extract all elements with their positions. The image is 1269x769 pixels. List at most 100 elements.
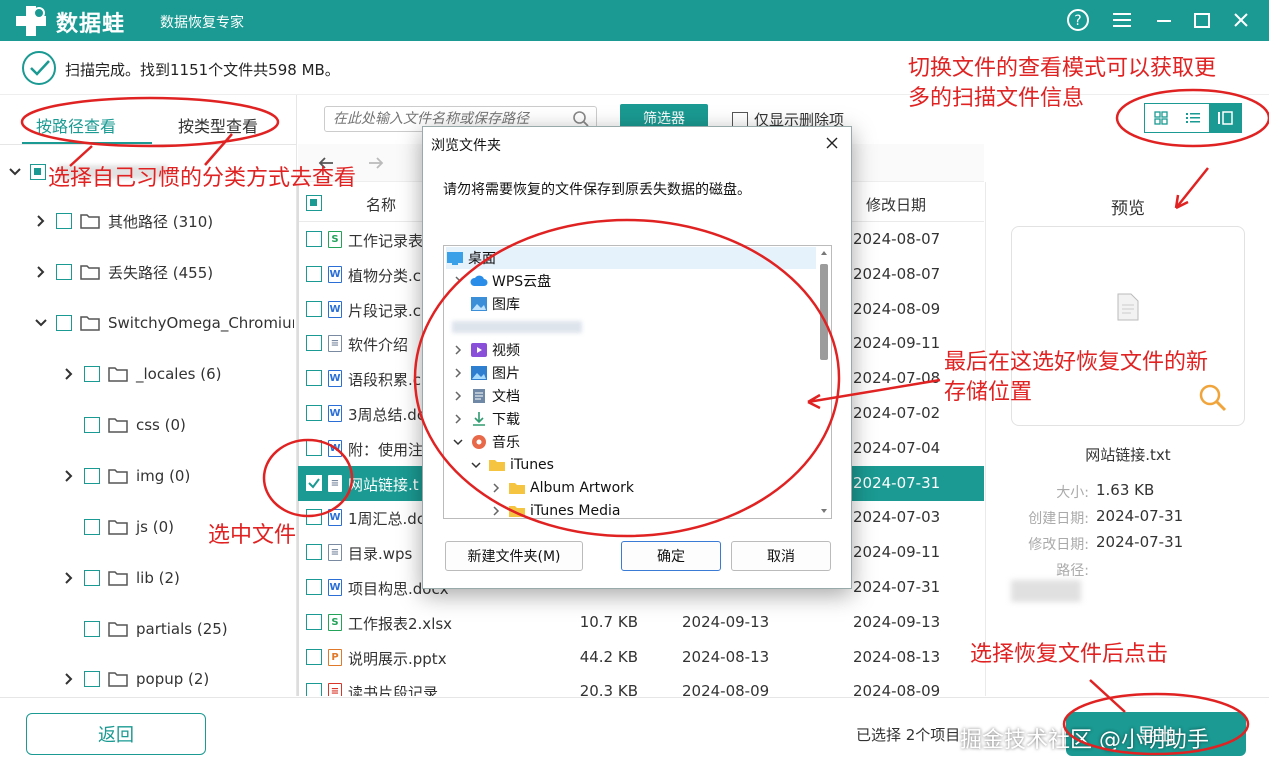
row-checkbox[interactable] — [306, 683, 322, 696]
file-modified-date: 2024-07-08 — [853, 369, 941, 388]
row-checkbox[interactable] — [306, 231, 322, 247]
tree-checkbox[interactable] — [84, 621, 100, 637]
tree-checkbox[interactable] — [84, 671, 100, 687]
folder-item-video[interactable]: 视频 — [452, 339, 520, 361]
tab-by-path[interactable]: 按路径查看 — [36, 113, 116, 137]
tree-item-popup[interactable]: popup (2) — [62, 666, 209, 692]
minimize-icon — [1157, 20, 1171, 22]
row-checkbox[interactable] — [306, 544, 322, 561]
tree-item-partials[interactable]: partials (25) — [62, 616, 228, 642]
tree-item-img[interactable]: img (0) — [62, 463, 190, 489]
docx-file-icon: W — [328, 265, 342, 283]
row-checkbox[interactable] — [306, 509, 322, 526]
row-checkbox[interactable] — [306, 474, 322, 491]
row-checkbox[interactable] — [306, 335, 322, 352]
checkmark-icon — [308, 477, 320, 489]
select-all-checkbox[interactable] — [306, 195, 322, 211]
chevron-right-icon — [65, 673, 73, 685]
new-folder-button[interactable]: 新建文件夹(M) — [445, 541, 583, 571]
folder-item-label: 图片 — [492, 366, 520, 382]
folder-item-label: iTunes Media — [530, 503, 621, 519]
pdf-file-icon: ≡ — [328, 683, 342, 696]
minimize-button[interactable] — [1150, 6, 1178, 34]
ok-button[interactable]: 确定 — [621, 541, 721, 571]
xlsx-file-icon: S — [328, 613, 342, 631]
folder-item-label: Album Artwork — [530, 480, 635, 496]
cancel-button[interactable]: 取消 — [731, 541, 831, 571]
row-checkbox[interactable] — [306, 579, 322, 595]
chevron-right-icon — [65, 572, 73, 584]
help-icon: ? — [1067, 9, 1089, 31]
tree-item-other-paths[interactable]: 其他路径 (310) — [34, 208, 213, 234]
tree-checkbox[interactable] — [84, 417, 100, 433]
menu-button[interactable] — [1108, 6, 1136, 34]
picture-icon — [471, 366, 487, 380]
scroll-down-icon[interactable] — [820, 506, 828, 516]
folder-item-pictures[interactable]: 图片 — [452, 362, 520, 384]
selected-count: 已选择 2个项目 — [856, 726, 961, 744]
tree-checkbox[interactable] — [56, 213, 72, 229]
back-button[interactable]: 返回 — [26, 713, 206, 755]
tree-item-switchyomega[interactable]: SwitchyOmega_Chromium — [34, 310, 294, 336]
folder-icon — [108, 367, 128, 382]
tree-checkbox[interactable] — [56, 264, 72, 280]
close-button[interactable] — [1227, 6, 1255, 34]
tree-item-js[interactable]: js (0) — [62, 514, 174, 540]
row-checkbox[interactable] — [306, 648, 322, 665]
folder-item-music[interactable]: 音乐 — [452, 431, 520, 453]
folder-icon — [80, 265, 100, 280]
tree-item-css[interactable]: css (0) — [62, 412, 186, 438]
close-icon[interactable] — [823, 134, 841, 152]
tab-by-type[interactable]: 按类型查看 — [178, 113, 258, 137]
tree-item-lost-paths[interactable]: 丢失路径 (455) — [34, 259, 213, 285]
maximize-button[interactable] — [1188, 6, 1216, 34]
tree-checkbox[interactable] — [84, 366, 100, 382]
tree-item-label: SwitchyOmega_Chromium — [108, 314, 294, 332]
file-modified-date: 2024-08-09 — [853, 299, 941, 318]
folder-item-album-artwork[interactable]: Album Artwork — [490, 477, 634, 499]
tree-root-checkbox[interactable] — [30, 164, 46, 180]
chevron-right-icon — [65, 470, 73, 482]
row-checkbox[interactable] — [306, 439, 322, 456]
row-checkbox[interactable] — [306, 300, 322, 317]
scroll-up-icon[interactable] — [820, 248, 828, 258]
column-modified[interactable]: 修改日期 — [866, 194, 926, 215]
folder-icon — [108, 672, 128, 687]
folder-item-redacted[interactable] — [452, 316, 582, 338]
tree-checkbox[interactable] — [84, 519, 100, 535]
help-button[interactable]: ? — [1064, 6, 1092, 34]
tree-checkbox[interactable] — [56, 315, 72, 331]
chevron-down-icon — [471, 462, 481, 469]
tree-item-label: 其他路径 (310) — [108, 212, 214, 231]
table-row[interactable]: P 说明展示.pptx 44.2 KB 2024-08-13 2024-08-13 — [298, 640, 984, 675]
folder-item-documents[interactable]: 文档 — [452, 385, 520, 407]
row-checkbox[interactable] — [306, 405, 322, 421]
tree-checkbox[interactable] — [84, 570, 100, 586]
folder-item-itunes[interactable]: iTunes — [470, 454, 554, 476]
folder-item-desktop[interactable]: 桌面 — [446, 247, 816, 269]
file-modified-date: 2024-07-31 — [853, 578, 941, 596]
folder-item-label: 图库 — [492, 297, 520, 313]
row-checkbox[interactable] — [306, 370, 322, 387]
tree-item-lib[interactable]: lib (2) — [62, 565, 180, 591]
dialog-scrollbar-thumb[interactable] — [820, 264, 828, 360]
forward-arrow-icon[interactable] — [366, 153, 386, 173]
row-checkbox[interactable] — [306, 265, 322, 282]
file-modified-date: 2024-07-02 — [853, 404, 941, 422]
tree-item-locales[interactable]: _locales (6) — [62, 361, 222, 387]
preview-title: 预览 — [1111, 199, 1145, 219]
column-name[interactable]: 名称 — [366, 194, 396, 215]
annotation-view-mode-line-2: 多的扫描文件信息 — [908, 85, 1085, 111]
folder-item-gallery[interactable]: 图库 — [470, 293, 520, 315]
folder-item-wps-cloud[interactable]: WPS云盘 — [452, 270, 551, 292]
folder-item-downloads[interactable]: 下载 — [452, 408, 520, 430]
wps-file-icon: ≡ — [328, 544, 342, 562]
row-checkbox[interactable] — [306, 613, 322, 630]
tree-checkbox[interactable] — [84, 468, 100, 484]
folder-item-itunes-media[interactable]: iTunes Media — [490, 500, 621, 519]
file-modified-date: 2024-09-13 — [853, 612, 941, 631]
table-row[interactable]: S 工作报表2.xlsx 10.7 KB 2024-09-13 2024-09-13 — [298, 605, 984, 640]
folder-icon — [108, 520, 128, 535]
table-row[interactable]: ≡ 读书片段记录.... 20.3 KB 2024-08-09 2024-08-09 — [298, 674, 984, 696]
folder-icon — [108, 418, 128, 433]
